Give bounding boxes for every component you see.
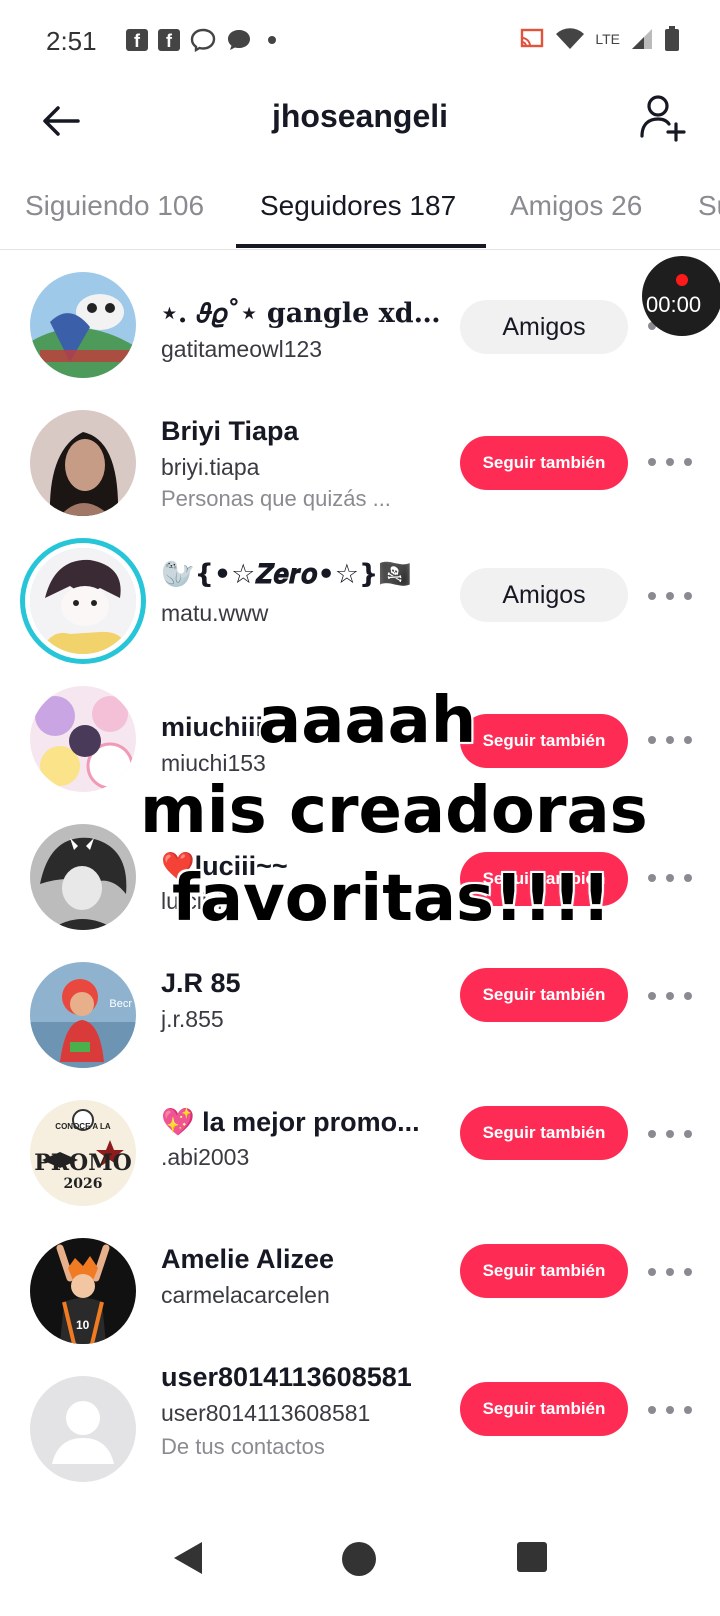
follow-back-button[interactable]: Seguir también [460, 1382, 628, 1436]
more-options-icon[interactable] [648, 730, 692, 750]
suggestion-reason: Personas que quizás ... [161, 486, 391, 511]
more-options-icon[interactable] [648, 586, 692, 606]
nav-recents-icon[interactable] [517, 1542, 547, 1572]
display-name: 💖 la mejor promo... [161, 1107, 420, 1137]
follow-tabs: Siguiendo 106 Seguidores 187 Amigos 26 S… [0, 184, 720, 250]
status-time: 2:51 [46, 26, 97, 56]
avatar[interactable] [30, 410, 136, 516]
avatar[interactable]: 10 [30, 1238, 136, 1344]
friends-button[interactable]: Amigos [460, 568, 628, 622]
more-options-icon[interactable] [648, 452, 692, 472]
promo-caption: CONOCE A LA [55, 1122, 111, 1131]
more-options-icon[interactable] [648, 1400, 692, 1420]
recording-timer: 00:00 [646, 292, 702, 317]
nav-home-icon[interactable] [342, 1542, 376, 1576]
facebook-icon: f [158, 29, 180, 51]
username: carmelacarcelen [161, 1282, 330, 1308]
list-item[interactable]: 🦭{•☆𝒁𝒆𝒓𝒐•☆}🏴‍☠️ matu.www Amigos [0, 528, 720, 666]
promo-year: 2026 [63, 1176, 103, 1192]
list-item[interactable]: ⋆. 𝜗𝜚˚⋆ 𝐠𝐚𝐧𝐠𝐥𝐞 𝐱𝐝⋆. 𝜗𝜚 gatitameowl123 Am… [0, 252, 720, 390]
username: briyi.tiapa [161, 454, 260, 480]
network-type: LTE [595, 31, 620, 47]
chat-icon [228, 30, 250, 50]
avatar[interactable] [30, 824, 136, 930]
display-name: J.R 85 [161, 968, 241, 998]
avatar-badge-text: Becr [109, 998, 132, 1010]
overlay-caption-line3: favoritas!!!! [172, 862, 611, 936]
follow-back-button[interactable]: Seguir también [460, 714, 628, 768]
messenger-icon [190, 28, 216, 52]
more-options-icon[interactable] [648, 1262, 692, 1282]
friends-button[interactable]: Amigos [460, 300, 628, 354]
display-name: ⋆. 𝜗𝜚˚⋆ 𝐠𝐚𝐧𝐠𝐥𝐞 𝐱𝐝⋆. 𝜗𝜚 [161, 298, 441, 329]
avatar[interactable]: Becr [30, 962, 136, 1068]
display-name: 🦭{•☆𝒁𝒆𝒓𝒐•☆}🏴‍☠️ [161, 559, 412, 590]
follow-back-button[interactable]: Seguir también [460, 968, 628, 1022]
promo-title: PROMO [34, 1150, 132, 1176]
username: user8014113608581 [161, 1400, 371, 1426]
username: matu.www [161, 600, 269, 626]
screen-recorder-bubble[interactable]: 00:00 [642, 256, 720, 336]
tab-suggested[interactable]: Su [698, 190, 720, 222]
list-item[interactable]: 10 Amelie Alizee carmelacarcelen Seguir … [0, 1218, 720, 1356]
status-bar: 2:51 f f LTE [0, 0, 720, 84]
tab-following[interactable]: Siguiendo 106 [25, 190, 204, 222]
facebook-icon: f [126, 29, 148, 51]
system-icons: LTE [519, 26, 680, 52]
follow-back-button[interactable]: Seguir también [460, 436, 628, 490]
display-name: miuchiii [161, 712, 264, 742]
follow-back-button[interactable]: Seguir también [460, 1244, 628, 1298]
list-item[interactable]: Briyi Tiapa briyi.tiapa Personas que qui… [0, 390, 720, 528]
jersey-number: 10 [76, 1318, 90, 1332]
suggestion-reason: De tus contactos [161, 1434, 325, 1459]
cast-icon [521, 28, 544, 48]
overlay-caption-line2: mis creadoras [140, 774, 648, 848]
profile-header: jhoseangeli [0, 84, 720, 184]
tab-followers[interactable]: Seguidores 187 [260, 190, 456, 222]
display-name: Briyi Tiapa [161, 416, 299, 446]
list-item[interactable]: Becr J.R 85 j.r.855 Seguir también [0, 942, 720, 1080]
more-options-icon[interactable] [648, 1124, 692, 1144]
nav-back-icon[interactable] [172, 1540, 204, 1576]
active-tab-indicator [236, 244, 486, 248]
avatar[interactable] [30, 272, 136, 378]
tab-friends[interactable]: Amigos 26 [510, 190, 642, 222]
avatar[interactable] [30, 686, 136, 792]
username: j.r.855 [161, 1006, 224, 1032]
username: gatitameowl123 [161, 336, 323, 362]
list-item[interactable]: user8014113608581 user8014113608581 De t… [0, 1356, 720, 1494]
overlay-caption-line1: aaaah [258, 684, 477, 758]
add-friend-icon[interactable] [636, 92, 690, 146]
more-notifications-dot [268, 36, 276, 44]
display-name: user8014113608581 [161, 1362, 412, 1392]
notification-icons: f f [126, 28, 276, 52]
default-avatar[interactable] [30, 1376, 136, 1482]
page-title: jhoseangeli [271, 98, 449, 134]
more-options-icon[interactable] [648, 986, 692, 1006]
display-name: Amelie Alizee [161, 1244, 335, 1274]
battery-icon [665, 26, 679, 51]
record-dot-icon [676, 274, 688, 286]
avatar[interactable]: CONOCE A LA PROMO 2026 [30, 1100, 136, 1206]
list-item[interactable]: CONOCE A LA PROMO 2026 💖 la mejor promo.… [0, 1080, 720, 1218]
wifi-icon [556, 28, 585, 49]
avatar-with-story[interactable] [30, 548, 136, 654]
follow-back-button[interactable]: Seguir también [460, 1106, 628, 1160]
username: miuchi153 [161, 750, 266, 776]
system-navigation-bar [0, 1510, 720, 1616]
username: .abi2003 [161, 1144, 250, 1170]
signal-icon [632, 29, 652, 49]
more-options-icon[interactable] [648, 868, 692, 888]
